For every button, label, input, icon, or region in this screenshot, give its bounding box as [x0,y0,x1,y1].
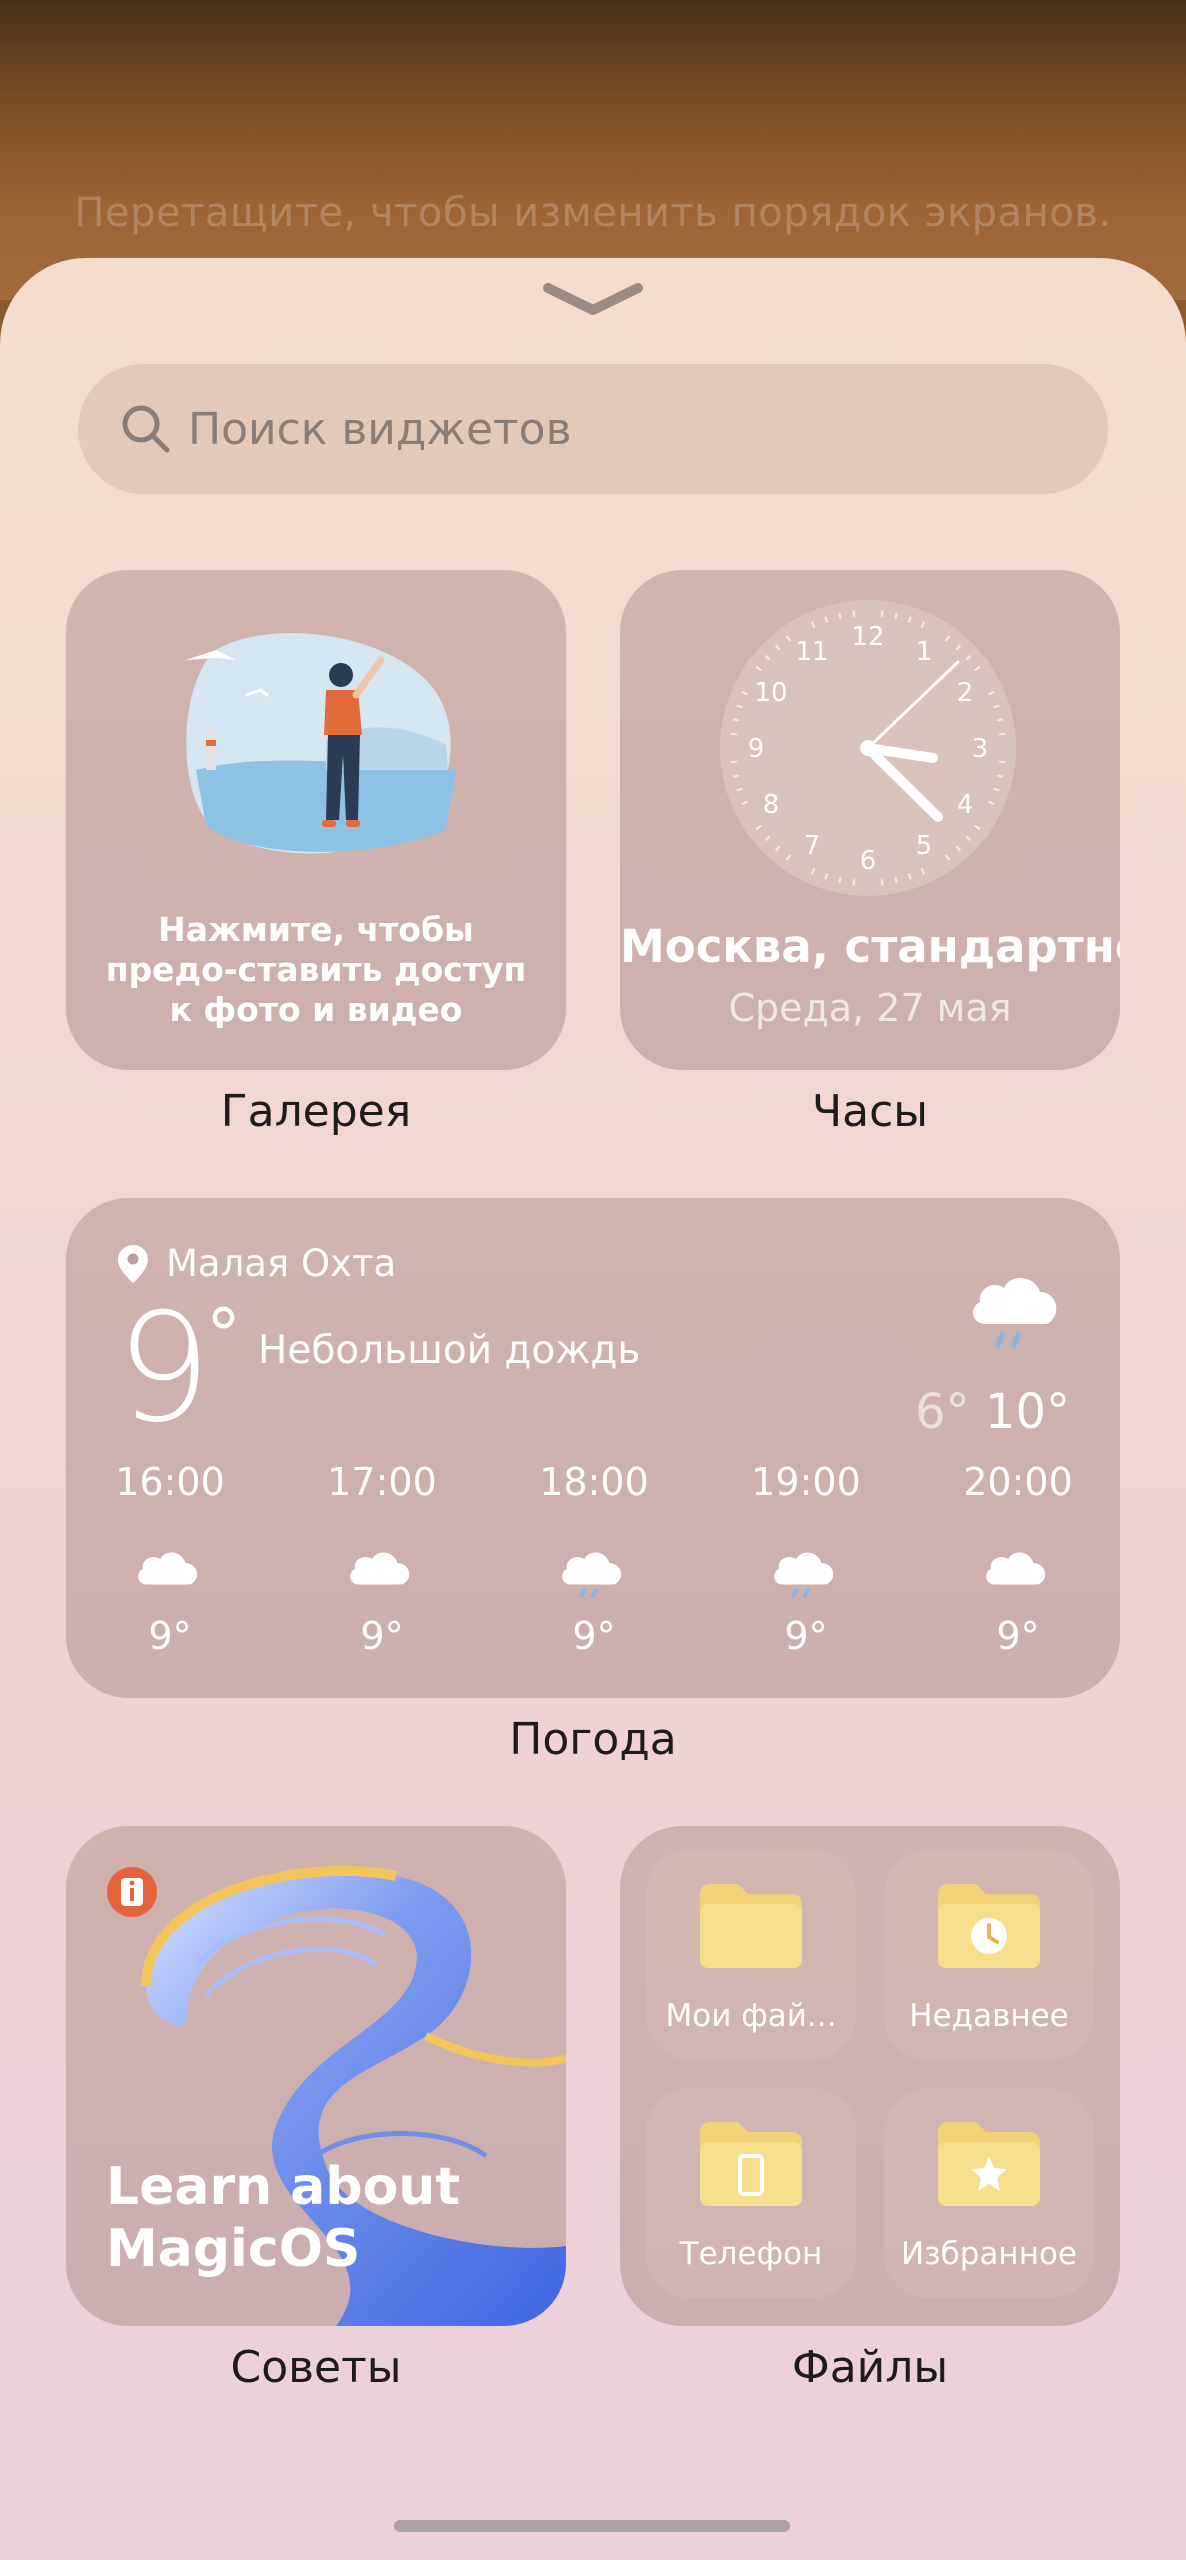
favorites-folder-icon [938,2122,1040,2206]
chevron-down-icon[interactable] [540,278,646,322]
hourly-temp: 9° [148,1614,192,1658]
clock-tick [732,774,740,778]
clock-label: Часы [811,1086,929,1137]
tips-headline-line1: Learn about [106,2157,461,2217]
clock-tick [730,760,737,764]
search-widgets-bar[interactable]: Поиск виджетов [78,364,1108,494]
clock-tick [996,774,1004,778]
cloud-icon [350,1552,410,1585]
clock-number: 5 [916,831,933,861]
recent-label: Недавнее [909,1998,1069,2034]
clock-tick [732,718,740,722]
hourly-time: 17:00 [327,1460,437,1504]
hourly-forecast-item: 17:00 9° [302,1460,462,1658]
favorites-tile[interactable]: Избранное [884,2088,1094,2298]
cloud-icon [986,1552,1046,1585]
hourly-temp: 9° [572,1614,616,1658]
widget-sheet: Поиск виджетов Нажмите, чтобы предо-став… [0,258,1186,2560]
clock-tick [880,879,884,886]
clock-number: 12 [851,622,884,652]
recent-tile[interactable]: Недавнее [884,1850,1094,2060]
tips-label: Советы [230,2342,402,2393]
recent-folder-icon [938,1884,1040,1968]
tips-headline-line2: MagicOS [106,2219,361,2279]
gallery-illustration [186,633,456,854]
files-label: Файлы [791,2342,949,2393]
clock-number: 3 [972,734,989,764]
weather-widget[interactable]: Малая Охта 9 ° Небольшой дождь 6° 10° 16… [66,1198,1120,1698]
analog-clock-face: 12 12 3 45 6 78 9 10 11 [720,600,1016,896]
hourly-temp: 9° [996,1614,1040,1658]
clock-widget[interactable]: 12 12 3 45 6 78 9 10 11 Москва, стандартно.. Сре… [620,570,1120,1070]
clock-number: 1 [916,637,933,667]
hourly-time: 16:00 [115,1460,225,1504]
weather-degree-symbol: ° [206,1294,241,1376]
hourly-time: 19:00 [751,1460,861,1504]
phone-tile[interactable]: Телефон [646,2088,856,2298]
cloud-icon [138,1552,198,1585]
rain-cloud-icon [972,1277,1057,1349]
clock-tick [999,732,1006,736]
home-indicator-bar[interactable] [394,2520,790,2532]
weather-location-name: Малая Охта [166,1242,397,1285]
rain-cloud-icon [774,1552,834,1598]
tips-headline: Learn about MagicOS [106,2156,486,2280]
clock-number: 9 [748,734,765,764]
hourly-forecast-item: 20:00 9° [938,1460,1098,1658]
tips-widget[interactable]: Learn about MagicOS [66,1826,566,2326]
hourly-temp: 9° [784,1614,828,1658]
clock-center [860,740,876,756]
reorder-hint: Перетащите, чтобы изменить порядок экран… [74,190,1112,236]
favorites-label: Избранное [900,2236,1078,2272]
search-icon [122,405,170,453]
clock-tick [730,732,737,736]
clock-date: Среда, 27 мая [728,986,1012,1030]
clock-tick [894,876,898,884]
clock-number: 8 [763,790,780,820]
clock-tick [880,610,884,617]
files-widget[interactable]: Мои фай... Недавнее Телефон Избранное [620,1826,1120,2326]
clock-tick [838,612,842,620]
clock-number: 11 [795,637,828,667]
weather-temp-range: 6° 10° [915,1384,1070,1440]
wallpaper-background [0,0,1186,300]
clock-number: 2 [957,678,974,708]
search-placeholder: Поиск виджетов [188,403,572,455]
clock-tick [838,876,842,884]
clock-tick [852,879,856,886]
info-badge-icon [107,1867,157,1917]
weather-current-temp: 9 [116,1282,212,1456]
gallery-widget[interactable]: Нажмите, чтобы предо-ставить доступ к фо… [66,570,566,1070]
hourly-time: 18:00 [539,1460,649,1504]
clock-number: 7 [804,831,821,861]
hourly-forecast-item: 18:00 9° [514,1460,674,1658]
clock-tick [999,760,1006,764]
weather-high-temp: 10° [984,1384,1070,1440]
hourly-forecast-item: 16:00 9° [90,1460,250,1658]
clock-number: 4 [957,790,974,820]
rain-cloud-icon [562,1552,622,1598]
hourly-forecast-item: 19:00 9° [726,1460,886,1658]
weather-low-temp: 6° [915,1384,970,1440]
folder-icon [700,1884,802,1968]
location-pin-icon [118,1244,148,1283]
my-files-label: Мои фай... [665,1998,837,2034]
clock-number: 10 [754,678,787,708]
weather-label: Погода [509,1714,677,1765]
clock-number: 6 [860,846,877,876]
weather-location: Малая Охта [118,1242,396,1285]
gallery-permission-text: Нажмите, чтобы предо-ставить доступ к фо… [105,910,527,1029]
clock-city: Москва, стандартно.. [620,920,1120,973]
hourly-time: 20:00 [963,1460,1073,1504]
gallery-label: Галерея [220,1086,412,1137]
clock-tick [894,612,898,620]
weather-description: Небольшой дождь [258,1328,641,1373]
phone-label: Телефон [679,2236,823,2272]
clock-tick [996,718,1004,722]
hourly-temp: 9° [360,1614,404,1658]
phone-folder-icon [700,2122,802,2206]
my-files-tile[interactable]: Мои фай... [646,1850,856,2060]
clock-tick [852,610,856,617]
